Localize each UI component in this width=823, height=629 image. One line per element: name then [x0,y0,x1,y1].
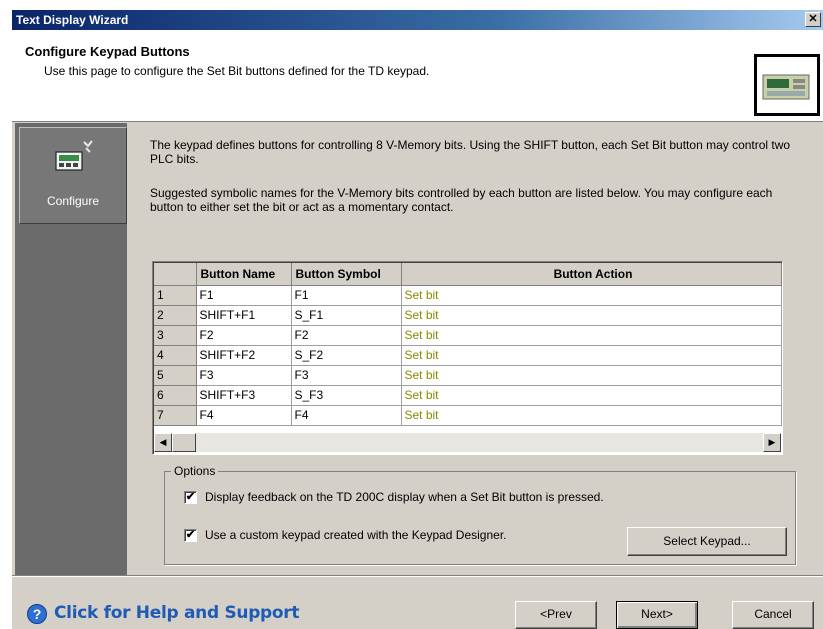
description-paragraph-1: The keypad defines buttons for controlli… [150,138,791,166]
custom-keypad-label[interactable]: Use a custom keypad created with the Key… [205,528,507,542]
table-row[interactable]: 3 F2 F2 Set bit [154,325,782,346]
button-action-cell[interactable]: Set bit [401,325,782,346]
help-link-text[interactable]: Click for Help and Support [54,603,300,623]
cancel-button[interactable]: Cancel [732,601,814,629]
close-icon[interactable]: ✕ [805,12,821,27]
options-legend: Options [171,464,219,478]
display-feedback-label[interactable]: Display feedback on the TD 200C display … [205,490,604,504]
button-action-cell[interactable]: Set bit [401,365,782,386]
select-keypad-button[interactable]: Select Keypad... [627,527,787,556]
button-symbol-cell[interactable]: F1 [291,285,402,306]
button-name-cell[interactable]: F1 [196,285,292,306]
button-symbol-cell[interactable]: F4 [291,405,402,426]
page-title: Configure Keypad Buttons [25,44,190,59]
table-row[interactable]: 4 SHIFT+F2 S_F2 Set bit [154,345,782,366]
table-row[interactable]: 2 SHIFT+F1 S_F1 Set bit [154,305,782,326]
title-bar: Text Display Wizard ✕ [12,10,823,30]
page-subtitle: Use this page to configure the Set Bit b… [44,64,430,78]
column-header-index [154,263,197,286]
sidebar-item-label: Configure [46,194,100,208]
td-device-icon [754,54,820,116]
column-header-button-name[interactable]: Button Name [196,263,292,286]
button-action-cell[interactable]: Set bit [401,405,782,426]
button-symbol-cell[interactable]: F2 [291,325,402,346]
description-paragraph-2: Suggested symbolic names for the V-Memor… [150,186,773,214]
sidebar-item-configure[interactable]: Configure [19,127,127,224]
table-header-row: Button Name Button Symbol Button Action [154,263,782,286]
configure-icon [52,138,96,174]
table-row[interactable]: 1 F1 F1 Set bit [154,285,782,306]
wizard-footer: ? Click for Help and Support <Prev Next>… [12,575,823,629]
page-header: Configure Keypad Buttons Use this page t… [12,30,823,122]
button-name-cell[interactable]: F3 [196,365,292,386]
sidebar: Configure [15,123,127,575]
wizard-window: Text Display Wizard ✕ Configure Keypad B… [12,10,823,629]
table-row[interactable]: 5 F3 F3 Set bit [154,365,782,386]
button-name-cell[interactable]: SHIFT+F1 [196,305,292,326]
row-number: 3 [154,325,197,346]
row-number: 1 [154,285,197,306]
next-button[interactable]: Next> [616,601,698,629]
button-action-cell[interactable]: Set bit [401,305,782,326]
column-header-button-action[interactable]: Button Action [401,263,782,286]
button-symbol-cell[interactable]: S_F2 [291,345,402,366]
row-number: 2 [154,305,197,326]
row-number: 6 [154,385,197,406]
scrollbar-thumb[interactable] [172,433,196,452]
button-action-cell[interactable]: Set bit [401,285,782,306]
keypad-buttons-table[interactable]: Button Name Button Symbol Button Action … [152,261,783,455]
button-symbol-cell[interactable]: S_F1 [291,305,402,326]
table-row[interactable]: 6 SHIFT+F3 S_F3 Set bit [154,385,782,406]
column-header-button-symbol[interactable]: Button Symbol [291,263,402,286]
button-name-cell[interactable]: SHIFT+F2 [196,345,292,366]
row-number: 4 [154,345,197,366]
main-content: The keypad defines buttons for controlli… [127,123,821,575]
button-name-cell[interactable]: SHIFT+F3 [196,385,292,406]
button-name-cell[interactable]: F4 [196,405,292,426]
button-action-cell[interactable]: Set bit [401,385,782,406]
prev-button[interactable]: <Prev [515,601,597,629]
help-icon[interactable]: ? [27,604,47,624]
button-symbol-cell[interactable]: F3 [291,365,402,386]
table-row[interactable]: 7 F4 F4 Set bit [154,405,782,426]
button-name-cell[interactable]: F2 [196,325,292,346]
custom-keypad-checkbox[interactable]: ✔ [184,529,197,542]
window-title: Text Display Wizard [16,13,129,27]
scroll-right-icon[interactable]: ▶ [763,433,781,452]
scroll-left-icon[interactable]: ◀ [154,433,172,452]
row-number: 5 [154,365,197,386]
button-action-cell[interactable]: Set bit [401,345,782,366]
row-number: 7 [154,405,197,426]
display-feedback-checkbox[interactable]: ✔ [184,491,197,504]
horizontal-scrollbar[interactable]: ◀ ▶ [154,433,781,452]
button-symbol-cell[interactable]: S_F3 [291,385,402,406]
options-group: Options ✔ Display feedback on the TD 200… [164,464,796,565]
